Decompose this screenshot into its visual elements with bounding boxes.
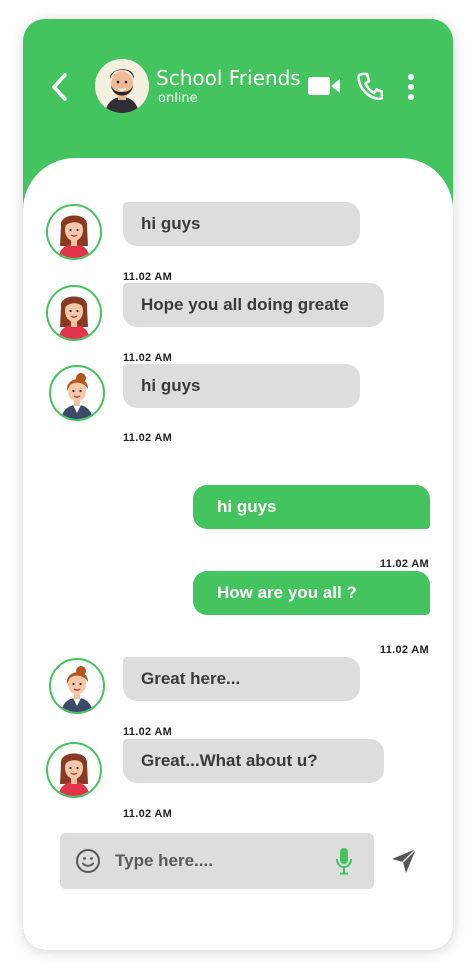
- woman-blazer-avatar-icon: [61, 666, 93, 712]
- message-timestamp: 11.02 AM: [123, 726, 173, 738]
- video-camera-icon[interactable]: [307, 75, 341, 97]
- sender-avatar[interactable]: [49, 658, 105, 714]
- woman-red-dress-avatar-icon: [58, 215, 90, 258]
- chat-title: School Friends: [156, 66, 301, 90]
- woman-blazer-avatar-icon: [61, 373, 93, 419]
- message-bubble-incoming[interactable]: hi guys: [123, 202, 360, 246]
- bearded-man-avatar-icon: [95, 59, 149, 113]
- message-bubble-incoming[interactable]: Great here...: [123, 657, 360, 701]
- message-timestamp: 11.02 AM: [379, 558, 429, 570]
- sender-avatar[interactable]: [49, 365, 105, 421]
- group-avatar[interactable]: [95, 59, 149, 113]
- message-timestamp: 11.02 AM: [123, 352, 173, 364]
- smiley-icon[interactable]: [75, 848, 101, 874]
- more-vertical-icon[interactable]: [406, 73, 416, 101]
- chevron-left-icon[interactable]: [47, 72, 73, 102]
- woman-red-dress-avatar-icon: [58, 296, 90, 339]
- send-paper-plane-icon[interactable]: [390, 847, 418, 875]
- message-timestamp: 11.02 AM: [123, 432, 173, 444]
- message-bubble-outgoing[interactable]: How are you all ?: [193, 571, 430, 615]
- message-bubble-incoming[interactable]: Great...What about u?: [123, 739, 384, 783]
- message-input[interactable]: [115, 844, 325, 878]
- message-bubble-incoming[interactable]: hi guys: [123, 364, 360, 408]
- message-timestamp: 11.02 AM: [123, 808, 173, 820]
- woman-red-dress-avatar-icon: [58, 753, 90, 796]
- sender-avatar[interactable]: [46, 742, 102, 798]
- phone-icon[interactable]: [357, 72, 383, 100]
- message-bubble-outgoing[interactable]: hi guys: [193, 485, 430, 529]
- message-timestamp: 11.02 AM: [123, 271, 173, 283]
- microphone-icon[interactable]: [335, 847, 353, 875]
- sender-avatar[interactable]: [46, 204, 102, 260]
- message-panel: hi guys 11.02 AM Hope you all doing grea…: [23, 158, 453, 950]
- message-timestamp: 11.02 AM: [379, 644, 429, 656]
- chat-screen: School Friends online hi guys 11.02 AM H…: [23, 19, 453, 950]
- sender-avatar[interactable]: [46, 285, 102, 341]
- message-composer: [60, 833, 374, 889]
- online-status: online: [158, 91, 198, 106]
- message-bubble-incoming[interactable]: Hope you all doing greate: [123, 283, 384, 327]
